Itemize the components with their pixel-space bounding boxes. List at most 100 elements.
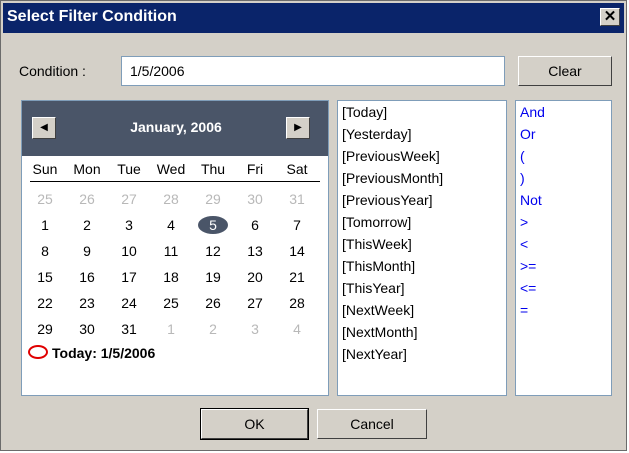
day-cell[interactable]: 9 [66,241,108,261]
date-keyword-item[interactable]: [Yesterday] [338,123,506,145]
day-cell[interactable]: 30 [66,319,108,339]
day-cell[interactable]: 23 [66,293,108,313]
day-cell[interactable]: 24 [108,293,150,313]
day-cell-other-month[interactable]: 1 [150,319,192,339]
date-keyword-list[interactable]: [Today] [Yesterday] [PreviousWeek] [Previou… [337,100,507,396]
day-cell[interactable]: 3 [108,215,150,235]
day-cell-other-month[interactable]: 26 [66,189,108,209]
day-cell[interactable]: 21 [276,267,318,287]
day-cell[interactable]: 17 [108,267,150,287]
filter-dialog: Select Filter Condition ✕ Condition : 1/… [0,0,627,451]
day-cell[interactable]: 2 [66,215,108,235]
day-cell[interactable]: 1 [24,215,66,235]
operator-item[interactable]: = [516,299,611,321]
clear-button[interactable]: Clear [518,56,612,86]
operator-item[interactable]: > [516,211,611,233]
day-number: 13 [247,243,263,259]
day-cell-other-month[interactable]: 4 [276,319,318,339]
day-cell-other-month[interactable]: 2 [192,319,234,339]
cancel-button[interactable]: Cancel [317,409,427,439]
weekday-label: Sat [286,161,308,177]
dialog-title: Select Filter Condition [7,8,177,25]
close-button[interactable]: ✕ [600,8,620,26]
day-number: 27 [121,191,137,207]
date-keyword-item[interactable]: [Tomorrow] [338,211,506,233]
day-cell[interactable]: 27 [234,293,276,313]
day-cell[interactable]: 12 [192,241,234,261]
operator-item[interactable]: >= [516,255,611,277]
day-number: 9 [83,243,91,259]
day-number: 15 [37,269,53,285]
date-keyword-item[interactable]: [PreviousYear] [338,189,506,211]
day-cell-other-month[interactable]: 29 [192,189,234,209]
today-marker-icon [28,345,48,359]
day-cell-selected[interactable]: 5 [192,215,234,235]
date-keyword-item[interactable]: [ThisWeek] [338,233,506,255]
day-cell[interactable]: 26 [192,293,234,313]
day-cell-other-month[interactable]: 28 [150,189,192,209]
day-number: 4 [293,321,301,337]
day-number: 31 [121,321,137,337]
day-cell[interactable]: 13 [234,241,276,261]
day-number: 28 [163,191,179,207]
operator-item[interactable]: ) [516,167,611,189]
next-month-button[interactable]: ▶ [286,117,310,139]
day-cell-other-month[interactable]: 25 [24,189,66,209]
day-number: 25 [163,295,179,311]
operator-list[interactable]: And Or() Not > < >= <= = [515,100,612,396]
triangle-right-icon: ▶ [294,122,302,133]
date-keyword-item[interactable]: [PreviousMonth] [338,167,506,189]
day-cell[interactable]: 15 [24,267,66,287]
day-cell[interactable]: 25 [150,293,192,313]
operator-item[interactable]: ( [516,145,611,167]
day-cell[interactable]: 8 [24,241,66,261]
day-cell[interactable]: 18 [150,267,192,287]
weekday-label: Sun [32,161,58,177]
ok-button[interactable]: OK [200,408,309,440]
operator-item[interactable]: Or [516,123,611,145]
day-cell[interactable]: 22 [24,293,66,313]
day-number: 14 [289,243,305,259]
day-cell[interactable]: 31 [108,319,150,339]
day-number: 25 [37,191,53,207]
day-cell-other-month[interactable]: 31 [276,189,318,209]
day-number: 30 [79,321,95,337]
condition-input[interactable]: 1/5/2006 [121,56,505,86]
date-keyword-item[interactable]: [Today] [338,101,506,123]
day-cell[interactable]: 6 [234,215,276,235]
day-cell[interactable]: 16 [66,267,108,287]
day-cell[interactable]: 20 [234,267,276,287]
day-number: 28 [289,295,305,311]
date-keyword-item[interactable]: [ThisMonth] [338,255,506,277]
date-keyword-item[interactable]: [PreviousWeek] [338,145,506,167]
day-number: 4 [167,217,175,233]
operator-item[interactable]: <= [516,277,611,299]
day-cell-other-month[interactable]: 3 [234,319,276,339]
day-cell[interactable]: 14 [276,241,318,261]
day-number: 3 [251,321,259,337]
day-number: 24 [121,295,137,311]
day-cell[interactable]: 7 [276,215,318,235]
day-cell[interactable]: 4 [150,215,192,235]
day-cell[interactable]: 10 [108,241,150,261]
operator-item[interactable]: < [516,233,611,255]
prev-month-button[interactable]: ◀ [32,117,56,139]
date-keyword-item[interactable]: [NextWeek] [338,299,506,321]
date-keyword-item[interactable]: [NextYear] [338,343,506,365]
day-number: 12 [205,243,221,259]
operator-item[interactable]: And [516,101,611,123]
weekday-label: Fri [246,161,264,177]
day-cell[interactable]: 28 [276,293,318,313]
operator-item[interactable]: Not [516,189,611,211]
day-number: 23 [79,295,95,311]
date-keyword-item[interactable]: [NextMonth] [338,321,506,343]
day-cell[interactable]: 29 [24,319,66,339]
day-cell[interactable]: 11 [150,241,192,261]
day-cell-other-month[interactable]: 27 [108,189,150,209]
date-keyword-item[interactable]: [ThisYear] [338,277,506,299]
today-link[interactable]: Today: 1/5/2006 [52,345,155,361]
day-cell-other-month[interactable]: 30 [234,189,276,209]
day-number: 29 [205,191,221,207]
day-cell[interactable]: 19 [192,267,234,287]
day-number: 27 [247,295,263,311]
